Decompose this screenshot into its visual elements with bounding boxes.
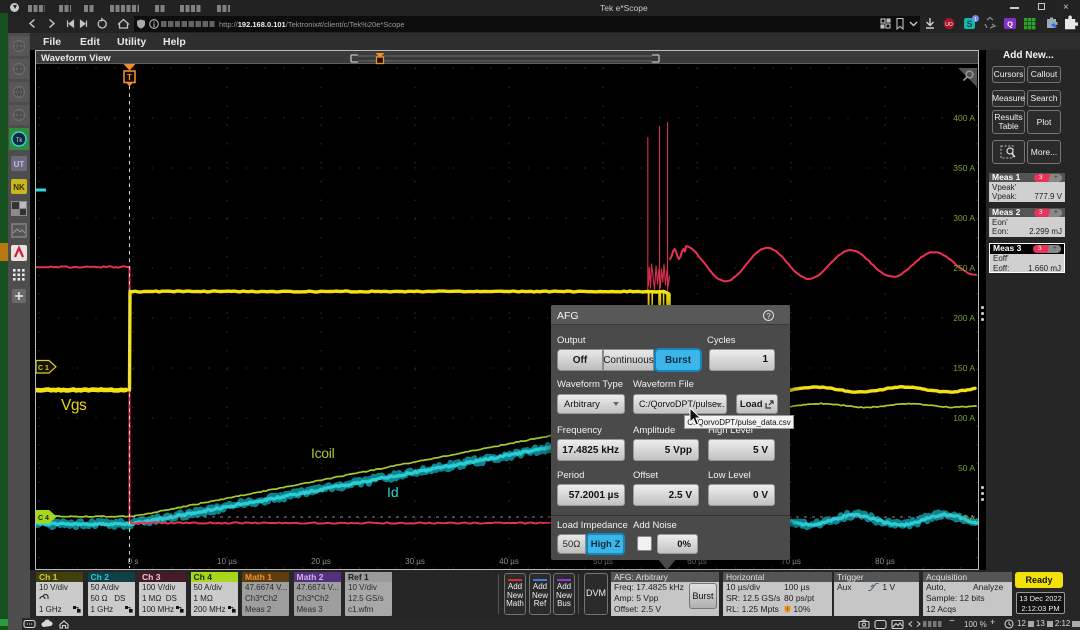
svg-text:10 µs: 10 µs — [217, 557, 237, 566]
svg-text:200 A: 200 A — [953, 313, 975, 323]
svg-text:!: ! — [787, 607, 788, 613]
svg-text:UT: UT — [14, 160, 25, 169]
svg-text:C 1: C 1 — [38, 365, 49, 372]
svg-text:50 A: 50 A — [958, 463, 975, 473]
svg-text:0 s: 0 s — [128, 557, 139, 566]
svg-text:100 A: 100 A — [953, 413, 975, 423]
svg-text:S: S — [966, 19, 972, 29]
svg-text:40 µs: 40 µs — [499, 557, 519, 566]
svg-text:300 A: 300 A — [953, 213, 975, 223]
svg-text:150 A: 150 A — [953, 363, 975, 373]
svg-text:UO: UO — [945, 22, 953, 28]
svg-text:350 A: 350 A — [953, 163, 975, 173]
svg-text:C 4: C 4 — [38, 515, 49, 522]
svg-text:0 A: 0 A — [963, 513, 976, 523]
svg-text:NK: NK — [13, 183, 25, 192]
svg-text:30 µs: 30 µs — [405, 557, 425, 566]
svg-text:80 µs: 80 µs — [875, 557, 895, 566]
svg-text:400 A: 400 A — [953, 113, 975, 123]
svg-text:1: 1 — [974, 17, 977, 23]
svg-text:Tk: Tk — [16, 138, 24, 144]
svg-text:T: T — [127, 72, 133, 82]
svg-text:Q: Q — [1007, 20, 1013, 29]
svg-text:250 A: 250 A — [953, 263, 975, 273]
svg-text:20 µs: 20 µs — [311, 557, 331, 566]
